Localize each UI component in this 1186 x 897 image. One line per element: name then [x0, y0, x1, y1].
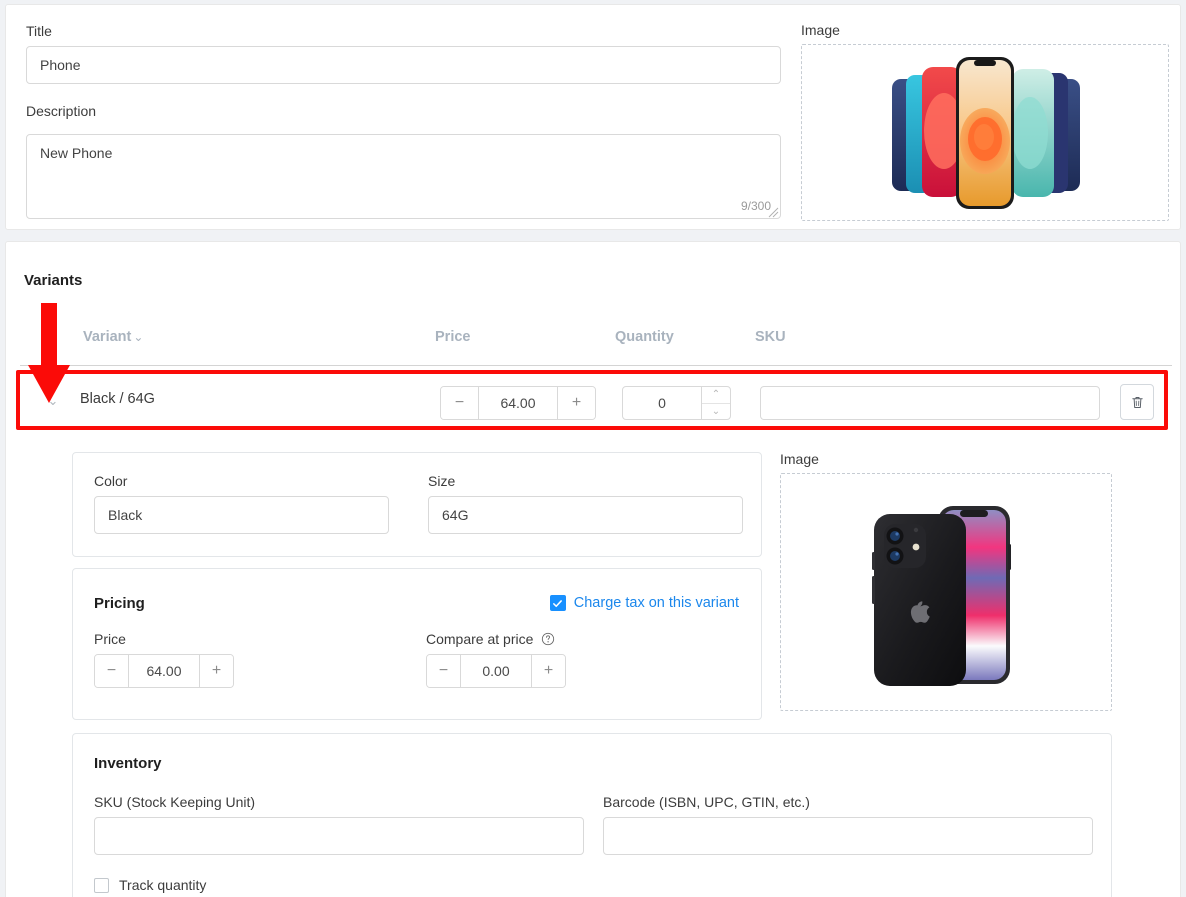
row-quantity-spinner[interactable]: 0 ⌃ ⌄ [622, 386, 731, 420]
column-header-variant-label: Variant [83, 329, 132, 345]
pricing-title: Pricing [94, 595, 145, 612]
size-input[interactable] [428, 496, 743, 534]
size-field: Size [428, 472, 743, 534]
description-label: Description [26, 103, 97, 119]
variant-name-label: Black / 64G [80, 391, 155, 407]
column-header-quantity: Quantity [615, 329, 674, 345]
title-label: Title [26, 23, 52, 39]
variant-price-decrement-button[interactable]: − [95, 655, 129, 687]
track-quantity-checkbox[interactable] [94, 877, 109, 893]
variant-pricing-card: Pricing Charge tax on this variant Price… [72, 568, 762, 720]
color-label: Color [94, 473, 128, 489]
check-icon [553, 599, 563, 607]
variant-row-highlighted: ⌄ Black / 64G − 64.00 + 0 ⌃ ⌄ [16, 370, 1168, 430]
compare-at-price-label: Compare at price [426, 630, 566, 648]
variant-image-label: Image [780, 451, 819, 467]
row-quantity-down-icon[interactable]: ⌄ [702, 404, 730, 420]
variant-image-dropzone[interactable] [780, 473, 1112, 711]
row-price-stepper[interactable]: − 64.00 + [440, 386, 596, 420]
inventory-sku-field: SKU (Stock Keeping Unit) [94, 793, 584, 855]
inventory-sku-label: SKU (Stock Keeping Unit) [94, 794, 256, 810]
column-header-price: Price [435, 329, 471, 345]
row-sku-input[interactable] [760, 386, 1100, 420]
delete-variant-button[interactable] [1120, 384, 1154, 420]
variants-table-header: Variant ⌄ Price Quantity SKU [0, 329, 1176, 345]
track-quantity-label: Track quantity [119, 877, 207, 893]
charge-tax-row[interactable]: Charge tax on this variant [549, 595, 739, 611]
product-image-dropzone[interactable] [801, 44, 1169, 221]
charge-tax-checkbox[interactable] [549, 595, 566, 611]
row-price-value[interactable]: 64.00 [479, 387, 557, 419]
track-quantity-row[interactable]: Track quantity [94, 877, 206, 893]
expand-variant-chevron-icon[interactable]: ⌄ [45, 393, 61, 409]
variants-section-title: Variants [24, 272, 83, 289]
product-image-label: Image [801, 22, 840, 38]
variant-price-label: Price [94, 631, 126, 647]
row-price-increment-button[interactable]: + [557, 387, 595, 419]
variant-price-increment-button[interactable]: + [199, 655, 233, 687]
variant-image-block: Image [780, 451, 1112, 711]
inventory-barcode-field: Barcode (ISBN, UPC, GTIN, etc.) [603, 793, 1093, 855]
compare-at-price-stepper[interactable]: − 0.00 + [426, 654, 566, 688]
row-quantity-arrows[interactable]: ⌃ ⌄ [701, 387, 730, 419]
variant-price-field: Price − 64.00 + [94, 630, 234, 688]
title-input[interactable] [26, 46, 781, 84]
column-header-variant[interactable]: Variant ⌄ [83, 329, 143, 345]
color-field: Color [94, 472, 389, 534]
compare-price-value[interactable]: 0.00 [461, 655, 531, 687]
product-image-iphone-lineup [892, 56, 1080, 209]
description-wrapper: New Phone 9/300 [26, 134, 781, 219]
trash-icon [1131, 396, 1143, 408]
compare-price-decrement-button[interactable]: − [427, 655, 461, 687]
variant-image-black-iphone [872, 506, 1011, 686]
chevron-down-icon: ⌄ [133, 330, 144, 344]
variant-row[interactable]: ⌄ Black / 64G − 64.00 + 0 ⌃ ⌄ [20, 374, 1164, 426]
product-edit-page: Title Description New Phone 9/300 Image [0, 0, 1186, 897]
general-fields: Title Description New Phone 9/300 [26, 22, 781, 219]
inventory-barcode-label: Barcode (ISBN, UPC, GTIN, etc.) [603, 794, 810, 810]
row-quantity-up-icon[interactable]: ⌃ [702, 387, 730, 404]
description-textarea[interactable]: New Phone [26, 134, 781, 219]
compare-at-price-text: Compare at price [426, 631, 534, 647]
column-header-sku: SKU [755, 329, 786, 345]
variant-options-card: Color Size [72, 452, 762, 557]
row-price-decrement-button[interactable]: − [441, 387, 479, 419]
variant-inventory-card: Inventory SKU (Stock Keeping Unit) Barco… [72, 733, 1112, 897]
inventory-title: Inventory [94, 755, 162, 772]
row-quantity-value[interactable]: 0 [623, 387, 701, 419]
inventory-barcode-input[interactable] [603, 817, 1093, 855]
charge-tax-label[interactable]: Charge tax on this variant [574, 595, 739, 611]
inventory-sku-input[interactable] [94, 817, 584, 855]
compare-price-increment-button[interactable]: + [531, 655, 565, 687]
color-input[interactable] [94, 496, 389, 534]
product-image-block: Image [801, 22, 1169, 221]
help-circle-icon[interactable] [541, 632, 555, 646]
compare-at-price-field: Compare at price − 0.00 + [426, 630, 566, 688]
variant-price-value[interactable]: 64.00 [129, 655, 199, 687]
size-label: Size [428, 473, 456, 489]
table-header-divider [20, 365, 1172, 366]
variant-price-stepper[interactable]: − 64.00 + [94, 654, 234, 688]
general-info-card: Title Description New Phone 9/300 Image [5, 4, 1181, 230]
